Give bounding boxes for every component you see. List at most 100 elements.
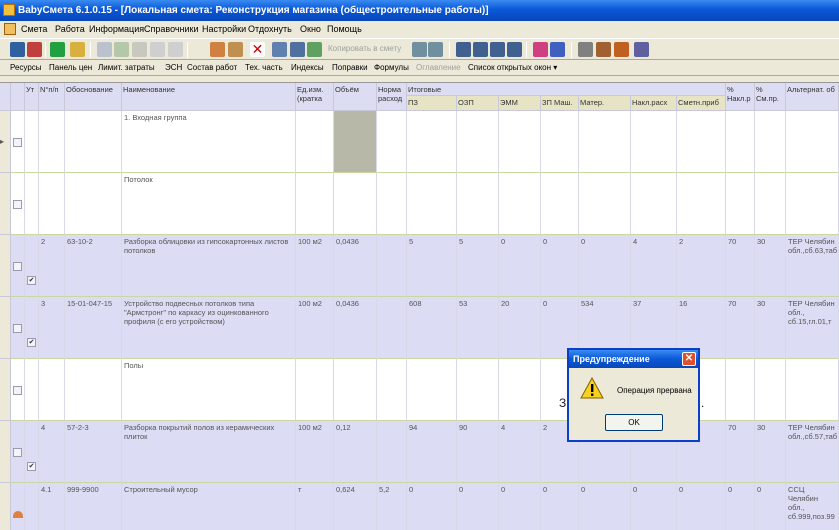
esn-button[interactable]: ЭСН	[165, 63, 182, 72]
open-windows-dropdown[interactable]: Список открытых окон ▾	[468, 63, 557, 72]
menu-spravochniki[interactable]: Справочники	[144, 24, 199, 34]
window-titlebar[interactable]: BabyСмета 6.1.0.15 - [Локальная смета: Р…	[0, 0, 839, 21]
cell-num[interactable]: 4.1	[39, 483, 65, 530]
cell-nakl[interactable]	[631, 173, 677, 235]
ok-button[interactable]: OK	[605, 414, 663, 431]
cell-ut[interactable]	[25, 297, 39, 359]
cell-pnakl[interactable]: 70	[726, 421, 755, 483]
search-icon[interactable]	[70, 42, 85, 57]
formulas-button[interactable]: Формулы	[374, 63, 409, 72]
cell-volume[interactable]: 0,12	[334, 421, 377, 483]
cell-volume[interactable]: 0,0436	[334, 297, 377, 359]
cell-ut[interactable]	[25, 111, 39, 173]
cell-ozp[interactable]: 53	[457, 297, 499, 359]
cell-smetn[interactable]: 2	[677, 235, 726, 297]
cell-ut[interactable]	[25, 421, 39, 483]
cell-pnakl[interactable]: 70	[726, 235, 755, 297]
row-selector[interactable]	[0, 359, 11, 421]
menu-smeta[interactable]: Смета	[21, 24, 47, 34]
cell-ozp[interactable]	[457, 359, 499, 421]
cell-psm[interactable]	[755, 173, 786, 235]
cell-norm[interactable]: 5,2	[377, 483, 407, 530]
cell-smetn[interactable]	[677, 111, 726, 173]
cell-norm[interactable]	[377, 421, 407, 483]
cell-pz[interactable]	[407, 359, 457, 421]
header-pnakl[interactable]: % Накл.р	[726, 83, 755, 111]
cell-alt[interactable]: ТЕР Челябин обл., сб.15,гл.01,т	[786, 297, 839, 359]
close-icon[interactable]: ✕	[682, 352, 696, 366]
cell-basis[interactable]	[65, 173, 122, 235]
header-ut[interactable]: Ут	[25, 83, 39, 111]
outdent-icon[interactable]	[473, 42, 488, 57]
row-selector[interactable]	[0, 483, 11, 530]
cell-emm[interactable]	[499, 359, 541, 421]
ut-checkbox[interactable]: ✔	[27, 462, 36, 471]
cell-ozp[interactable]: 5	[457, 235, 499, 297]
menu-informaciya[interactable]: Информация	[89, 24, 144, 34]
cell-unit[interactable]: 100 м2	[296, 421, 334, 483]
cell-smetn[interactable]: 0	[677, 483, 726, 530]
row-checkbox[interactable]	[13, 386, 22, 395]
cell-nakl[interactable]: 4	[631, 235, 677, 297]
truck-icon[interactable]	[634, 42, 649, 57]
cell-basis[interactable]: 63-10-2	[65, 235, 122, 297]
tech-part-button[interactable]: Тех. часть	[245, 63, 283, 72]
header-num[interactable]: N°п/п	[39, 83, 65, 111]
dialog-titlebar[interactable]: Предупреждение ✕	[569, 350, 698, 368]
menu-pomosh[interactable]: Помощь	[327, 24, 362, 34]
cell-volume[interactable]	[334, 359, 377, 421]
row-checkbox[interactable]	[13, 200, 22, 209]
cell-psm[interactable]: 30	[755, 235, 786, 297]
delete-icon[interactable]: ✕	[250, 42, 265, 57]
cell-mater[interactable]: 0	[579, 235, 631, 297]
header-alt[interactable]: Альтернат. об	[786, 83, 839, 111]
move-up-icon[interactable]	[490, 42, 505, 57]
cell-pnakl[interactable]	[726, 111, 755, 173]
export-icon[interactable]	[272, 42, 287, 57]
tree-add-icon[interactable]	[27, 42, 42, 57]
cell-psm[interactable]	[755, 359, 786, 421]
cell-unit[interactable]: т	[296, 483, 334, 530]
cell-alt[interactable]	[786, 173, 839, 235]
cell-pz[interactable]	[407, 111, 457, 173]
cell-basis[interactable]: 999-9900	[65, 483, 122, 530]
cell-alt[interactable]: ТЕР Челябин обл.,сб.57,таб	[786, 421, 839, 483]
cell-basis[interactable]: 57-2-3	[65, 421, 122, 483]
cell-name[interactable]: Устройство подвесных потолков типа "Армс…	[122, 297, 296, 359]
cell-basis[interactable]	[65, 359, 122, 421]
copy-to-estimate-button[interactable]: Копировать в смету	[328, 44, 401, 53]
tools-icon[interactable]	[578, 42, 593, 57]
window2-icon[interactable]	[428, 42, 443, 57]
cell-ozp[interactable]	[457, 173, 499, 235]
refresh-icon[interactable]	[114, 42, 129, 57]
cell-ozp[interactable]	[457, 111, 499, 173]
document-icon[interactable]	[4, 23, 16, 35]
row-selector[interactable]	[0, 235, 11, 297]
menu-rabota[interactable]: Работа	[55, 24, 85, 34]
excel-icon[interactable]	[50, 42, 65, 57]
cell-pnakl[interactable]: 0	[726, 483, 755, 530]
header-smetn[interactable]: Сметн.приб	[677, 96, 726, 111]
cell-pnakl[interactable]	[726, 173, 755, 235]
cell-zpm[interactable]	[541, 111, 579, 173]
cell-pz[interactable]: 0	[407, 483, 457, 530]
cell-name[interactable]: Полы	[122, 359, 296, 421]
cell-pz[interactable]	[407, 173, 457, 235]
cell-psm[interactable]	[755, 111, 786, 173]
import-icon[interactable]	[290, 42, 305, 57]
cell-num[interactable]: 3	[39, 297, 65, 359]
header-pz[interactable]: ПЗ	[407, 96, 457, 111]
cell-unit[interactable]: 100 м2	[296, 235, 334, 297]
header-name[interactable]: Наименование	[122, 83, 296, 111]
row-selector[interactable]	[0, 173, 11, 235]
cell-name[interactable]: Разборка облицовки из гипсокартонных лис…	[122, 235, 296, 297]
cell-psm[interactable]: 30	[755, 297, 786, 359]
ut-checkbox[interactable]: ✔	[27, 338, 36, 347]
tractor-icon[interactable]	[596, 42, 611, 57]
cell-pz[interactable]: 94	[407, 421, 457, 483]
cell-name[interactable]: Потолок	[122, 173, 296, 235]
cell-ozp[interactable]: 90	[457, 421, 499, 483]
row-checkbox[interactable]	[13, 262, 22, 271]
resources-button[interactable]: Ресурсы	[10, 63, 42, 72]
cell-num[interactable]	[39, 359, 65, 421]
